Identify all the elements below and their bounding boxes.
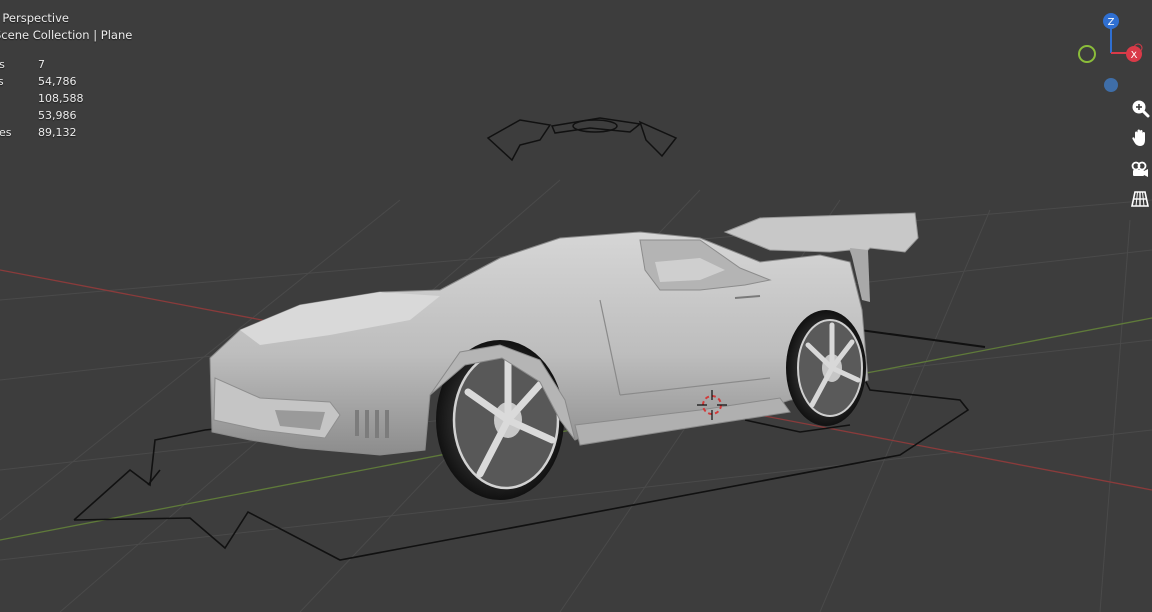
camera-view-icon <box>1131 161 1148 177</box>
hand-pan-icon <box>1132 129 1145 146</box>
floor-shadow-dark <box>859 329 986 348</box>
pan-button[interactable] <box>1127 125 1152 151</box>
y-axis-handle[interactable] <box>1078 45 1096 63</box>
empty-arrows-object <box>486 117 678 162</box>
zoom-button[interactable] <box>1127 95 1152 121</box>
camera-view-button[interactable] <box>1127 156 1152 182</box>
ortho-toggle-button[interactable] <box>1127 186 1152 212</box>
stat-label: es <box>0 107 38 124</box>
stat-value: 53,986 <box>38 109 77 122</box>
car-model <box>209 212 919 500</box>
stat-label: ices <box>0 75 4 88</box>
stat-label: ngles <box>0 126 12 139</box>
stat-value: 54,786 <box>38 75 77 88</box>
neg-z-axis-handle[interactable] <box>1104 78 1118 92</box>
stat-row: es 108,588 <box>0 90 84 107</box>
scene-statistics: ects 7 ices 54,786 es 108,588 es 53,986 … <box>0 56 84 141</box>
stat-row: ngles 89,132 <box>0 124 84 141</box>
stat-label: es <box>0 90 38 107</box>
collection-path: Scene Collection | Plane <box>0 28 133 42</box>
scene-canvas[interactable] <box>0 0 1152 612</box>
navigation-gizmo[interactable]: Z X <box>1074 8 1152 100</box>
rear-wheel <box>786 310 866 426</box>
stat-row: ects 7 <box>0 56 84 73</box>
stat-row: ices 54,786 <box>0 73 84 90</box>
stat-value: 108,588 <box>38 92 84 105</box>
z-axis-label: Z <box>1108 17 1115 28</box>
stat-value: 89,132 <box>38 126 77 139</box>
zoom-icon <box>1132 100 1150 118</box>
3d-viewport[interactable]: r Perspective Scene Collection | Plane e… <box>0 0 1152 612</box>
viewport-info: r Perspective Scene Collection | Plane <box>0 10 132 44</box>
stat-label: ects <box>0 58 5 71</box>
stat-row: es 53,986 <box>0 107 84 124</box>
view-name: r Perspective <box>0 11 69 25</box>
stat-value: 7 <box>38 58 45 71</box>
grid-ortho-icon <box>1131 191 1149 207</box>
